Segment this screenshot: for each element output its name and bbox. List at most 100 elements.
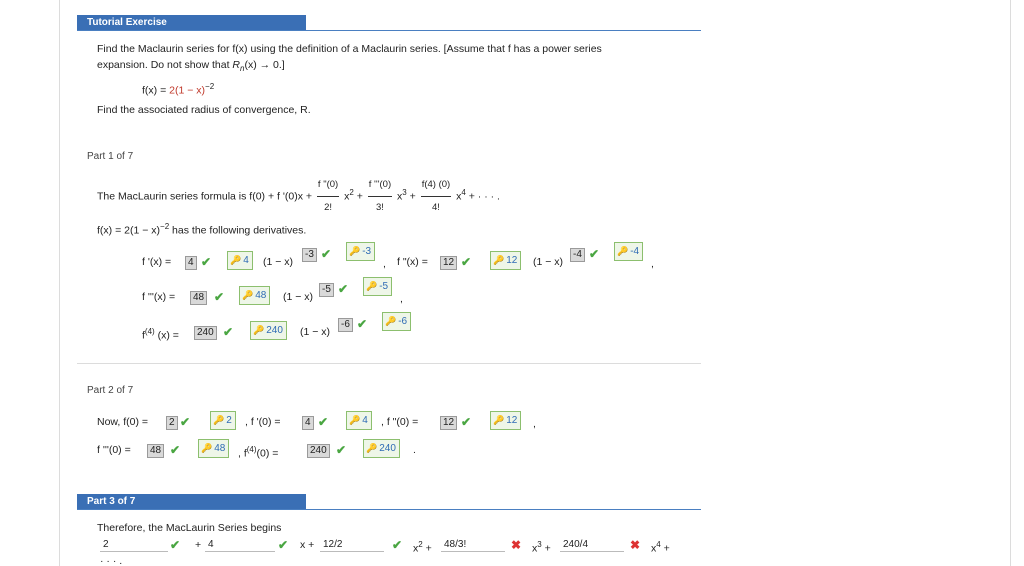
tutorial-header: Tutorial Exercise (77, 15, 701, 31)
deriv1-coef-input[interactable]: 4 (185, 255, 197, 270)
f4-input[interactable]: 240 (307, 443, 330, 458)
function-definition: f(x) = 2(1 − x)−2 (142, 82, 215, 97)
f0-input[interactable]: 2 (166, 415, 178, 430)
period: . (413, 444, 416, 456)
check-icon: ✔ (461, 255, 472, 269)
f3-label: f '''(0) = (97, 444, 131, 456)
problem-line-1: Find the Maclaurin series for f(x) using… (97, 43, 602, 55)
plus-sign: + (195, 539, 202, 551)
deriv3-label: f '''(x) = (142, 291, 176, 303)
fraction-f3: f '''(0) 3! (367, 174, 393, 219)
cross-icon: ✖ (511, 538, 522, 552)
key-icon: 🔑 (253, 325, 265, 335)
key-icon: 🔑 (201, 443, 213, 453)
key-icon: 🔑 (366, 443, 378, 453)
check-icon: ✔ (170, 443, 181, 457)
ellipsis: · · · . (100, 555, 123, 566)
deriv2-coef-key[interactable]: 🔑 12 (490, 251, 522, 270)
comma: , (651, 258, 654, 270)
check-icon: ✔ (318, 415, 329, 429)
divider (77, 363, 701, 364)
comma: , (533, 418, 536, 430)
deriv4-label: f(4) (x) = (142, 327, 179, 342)
part3-header: Part 3 of 7 (77, 494, 701, 510)
key-icon: 🔑 (349, 246, 361, 256)
tutorial-title: Tutorial Exercise (77, 15, 306, 30)
fraction-f4: f(4) (0) 4! (420, 174, 452, 219)
series-term1-input[interactable]: 4 (205, 538, 275, 552)
key-icon: 🔑 (493, 255, 505, 265)
key-icon: 🔑 (493, 415, 505, 425)
fraction-f2: f "(0) 2! (316, 174, 340, 219)
radius-question: Find the associated radius of convergenc… (97, 104, 311, 116)
deriv4-base: (1 − x) (300, 326, 331, 338)
check-icon: ✔ (180, 415, 191, 429)
deriv1-base: (1 − x) (263, 256, 294, 268)
part3-label: Part 3 of 7 (77, 494, 306, 509)
deriv3-coef-input[interactable]: 48 (190, 290, 208, 305)
f3-key[interactable]: 🔑 48 (198, 439, 230, 458)
check-icon: ✔ (589, 247, 600, 261)
check-icon: ✔ (338, 282, 349, 296)
x4-term: x4 + (651, 540, 670, 555)
deriv1-exp-input[interactable]: -3 (302, 247, 317, 262)
key-icon: 🔑 (242, 290, 254, 300)
check-icon: ✔ (392, 538, 403, 552)
key-icon: 🔑 (617, 246, 629, 256)
f0-key[interactable]: 🔑 2 (210, 411, 236, 430)
problem-line-2: expansion. Do not show that Rn(x) → 0.] (97, 59, 285, 74)
series-term0-input[interactable]: 2 (100, 538, 168, 552)
f2-key[interactable]: 🔑 12 (490, 411, 522, 430)
check-icon: ✔ (201, 255, 212, 269)
deriv4-coef-input[interactable]: 240 (194, 325, 217, 340)
x-term: x + (300, 539, 315, 551)
x2-term: x2 + (413, 540, 432, 555)
check-icon: ✔ (357, 317, 368, 331)
check-icon: ✔ (278, 538, 289, 552)
f4-key[interactable]: 🔑 240 (363, 439, 400, 458)
maclaurin-formula: The MacLaurin series formula is f(0) + f… (97, 174, 500, 219)
series-term3-input[interactable]: 48/3! (441, 538, 505, 552)
part3-text: Therefore, the MacLaurin Series begins (97, 522, 282, 534)
f1-key[interactable]: 🔑 4 (346, 411, 372, 430)
series-term2-input[interactable]: 12/2 (320, 538, 384, 552)
deriv1-coef-key[interactable]: 🔑 4 (227, 251, 253, 270)
key-icon: 🔑 (349, 415, 361, 425)
f1-input[interactable]: 4 (302, 415, 314, 430)
f2-label: , f "(0) = (381, 416, 419, 428)
deriv3-base: (1 − x) (283, 291, 314, 303)
deriv1-label: f '(x) = (142, 256, 172, 268)
deriv3-exp-key[interactable]: 🔑 -5 (363, 277, 393, 296)
deriv2-exp-key[interactable]: 🔑 -4 (614, 242, 644, 261)
check-icon: ✔ (461, 415, 472, 429)
check-icon: ✔ (170, 538, 181, 552)
part1-label: Part 1 of 7 (87, 151, 134, 162)
comma: , (400, 293, 403, 305)
deriv2-base: (1 − x) (533, 256, 564, 268)
f1-label: , f '(0) = (245, 416, 281, 428)
deriv2-coef-input[interactable]: 12 (440, 255, 458, 270)
check-icon: ✔ (214, 290, 225, 304)
key-icon: 🔑 (213, 415, 225, 425)
check-icon: ✔ (223, 325, 234, 339)
key-icon: 🔑 (366, 281, 378, 291)
comma: , (383, 258, 386, 270)
deriv3-coef-key[interactable]: 🔑 48 (239, 286, 271, 305)
series-term4-input[interactable]: 240/4 (560, 538, 624, 552)
deriv2-exp-input[interactable]: -4 (570, 247, 585, 262)
cross-icon: ✖ (630, 538, 641, 552)
f3-input[interactable]: 48 (147, 443, 165, 458)
part2-label: Part 2 of 7 (87, 385, 134, 396)
derivatives-intro: f(x) = 2(1 − x)−2 has the following deri… (97, 222, 307, 237)
deriv4-exp-key[interactable]: 🔑 -6 (382, 312, 412, 331)
deriv3-exp-input[interactable]: -5 (319, 282, 334, 297)
f2-input[interactable]: 12 (440, 415, 458, 430)
key-icon: 🔑 (385, 316, 397, 326)
x3-term: x3 + (532, 540, 551, 555)
check-icon: ✔ (336, 443, 347, 457)
deriv2-label: f "(x) = (397, 256, 428, 268)
deriv4-coef-key[interactable]: 🔑 240 (250, 321, 287, 340)
deriv4-exp-input[interactable]: -6 (338, 317, 353, 332)
deriv1-exp-key[interactable]: 🔑 -3 (346, 242, 376, 261)
f4-label: , f(4)(0) = (238, 445, 279, 460)
